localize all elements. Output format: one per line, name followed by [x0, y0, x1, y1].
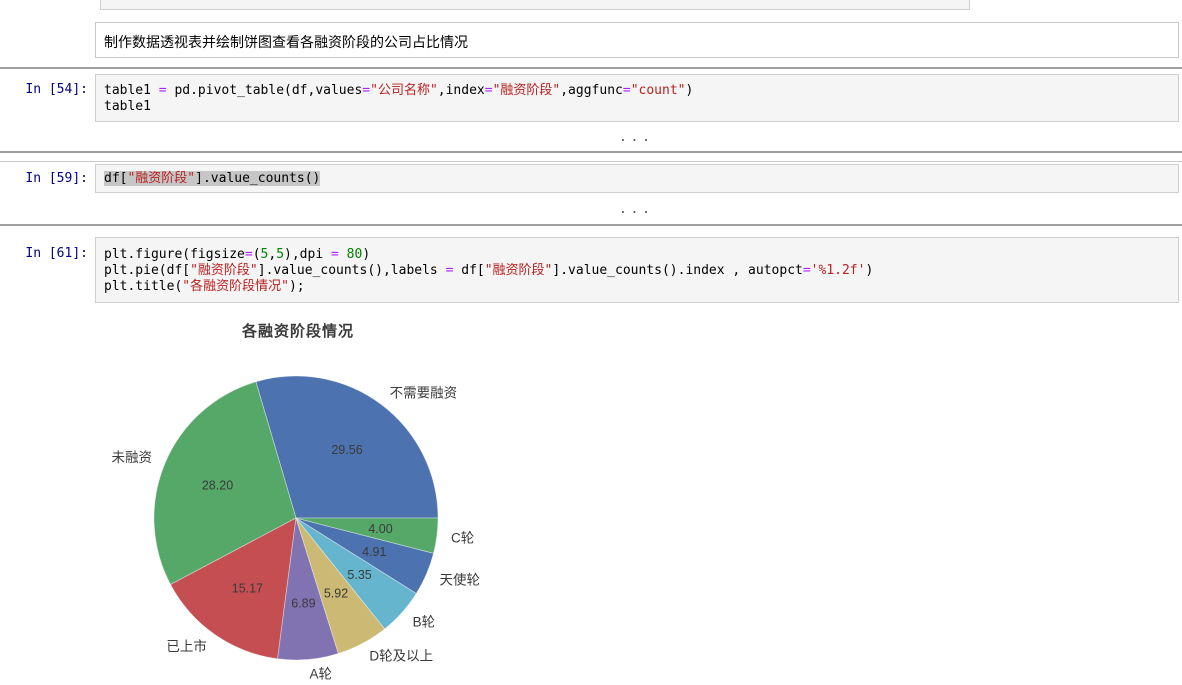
input-prompt-59: In [59]: — [25, 171, 88, 186]
pie-category-label: A轮 — [310, 666, 333, 681]
pie-category-label: 已上市 — [166, 638, 207, 654]
input-prompt-61: In [61]: — [25, 246, 88, 261]
pie-percent-label: 4.91 — [362, 545, 386, 559]
output-ellipsis-59: ... — [619, 203, 655, 216]
cell-divider — [0, 224, 1182, 226]
partial-code-cell-top[interactable] — [100, 0, 970, 10]
code-editor: df["融资阶段"].value_counts() — [96, 171, 1178, 187]
code-line: plt.figure(figsize=(5,5),dpi = 80) — [104, 247, 371, 262]
code-input-59[interactable]: df["融资阶段"].value_counts() — [95, 164, 1179, 193]
pie-percent-label: 5.35 — [347, 568, 371, 582]
pie-category-label: D轮及以上 — [369, 649, 433, 664]
code-line: table1 — [104, 99, 151, 114]
output-ellipsis-54: ... — [619, 131, 655, 144]
code-editor: table1 = pd.pivot_table(df,values="公司名称"… — [96, 83, 1178, 115]
code-editor: plt.figure(figsize=(5,5),dpi = 80) plt.pi… — [96, 247, 1178, 295]
code-line: df["融资阶段"].value_counts() — [104, 171, 321, 186]
cell-divider — [0, 161, 1182, 162]
code-input-54[interactable]: table1 = pd.pivot_table(df,values="公司名称"… — [95, 74, 1179, 122]
chart-title: 各融资阶段情况 — [241, 323, 354, 340]
pie-category-label: 不需要融资 — [390, 386, 458, 401]
pie-percent-label: 29.56 — [331, 443, 362, 457]
code-input-61[interactable]: plt.figure(figsize=(5,5),dpi = 80) plt.pi… — [95, 237, 1179, 303]
input-prompt-54: In [54]: — [25, 82, 88, 97]
pie-percent-label: 5.92 — [324, 587, 348, 601]
pie-percent-label: 15.17 — [232, 581, 263, 595]
pie-category-label: 未融资 — [112, 450, 153, 465]
pie-percent-label: 4.00 — [368, 522, 392, 536]
code-line: plt.title("各融资阶段情况"); — [104, 279, 305, 294]
pie-percent-label: 6.89 — [291, 596, 315, 610]
pie-chart-figure: 29.56 不需要融资 28.20 未融资 15.17 已上市 6.89 A轮 5.92 D轮及以… — [112, 375, 481, 681]
pie-category-label: C轮 — [451, 530, 474, 545]
code-line: table1 = pd.pivot_table(df,values="公司名称"… — [104, 83, 694, 98]
pie-category-label: 天使轮 — [440, 571, 481, 587]
pie-category-label: B轮 — [413, 615, 436, 630]
markdown-cell[interactable]: 制作数据透视表并绘制饼图查看各融资阶段的公司占比情况 — [95, 22, 1179, 58]
cell-divider — [0, 67, 1182, 69]
code-line: plt.pie(df["融资阶段"].value_counts(),labels… — [104, 263, 874, 278]
cell-divider — [0, 151, 1182, 153]
markdown-source-text: 制作数据透视表并绘制饼图查看各融资阶段的公司占比情况 — [104, 34, 468, 50]
pie-percent-label: 28.20 — [202, 478, 233, 492]
